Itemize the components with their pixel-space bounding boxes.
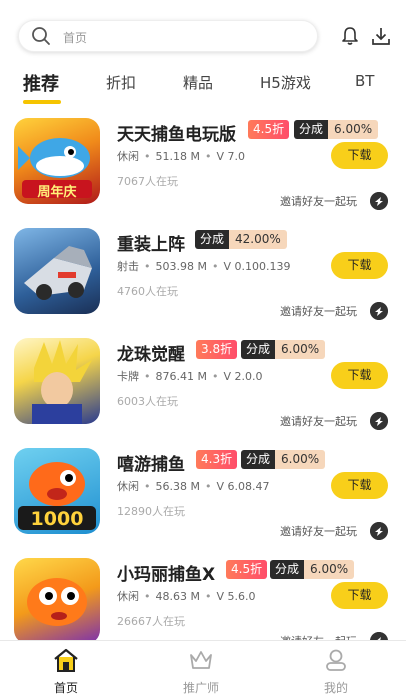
tab-discount[interactable]: 折扣 bbox=[106, 72, 136, 93]
game-version: V 6.08.47 bbox=[216, 480, 270, 493]
player-count: 12890人在玩 bbox=[117, 505, 185, 518]
share-value: 6.00% bbox=[304, 560, 355, 579]
game-version: V 0.100.139 bbox=[223, 260, 291, 273]
invite-friends-link[interactable]: 邀请好友一起玩 bbox=[280, 303, 357, 319]
game-icon[interactable]: 周年庆 bbox=[14, 118, 100, 204]
thumb-caption: 周年庆 bbox=[37, 185, 77, 200]
share-value: 6.00% bbox=[275, 340, 326, 359]
discount-badge: 4.5折 bbox=[248, 120, 290, 139]
download-button[interactable]: 下载 bbox=[331, 142, 388, 169]
game-list-item[interactable]: 重装上阵 分成 42.00% 射击 • 503.98 M • V 0.100.139 4… bbox=[0, 228, 406, 338]
game-size: 48.63 M bbox=[155, 590, 200, 603]
game-meta: 休闲 • 56.38 M • V 6.08.47 bbox=[117, 480, 270, 493]
share-badge: 分成 6.00% bbox=[241, 450, 326, 469]
nav-label: 首页 bbox=[53, 681, 78, 695]
game-version: V 5.6.0 bbox=[216, 590, 256, 603]
header: 首页 bbox=[0, 0, 406, 62]
game-size: 503.98 M bbox=[155, 260, 207, 273]
arrow-right-icon[interactable] bbox=[370, 522, 388, 540]
share-label: 分成 bbox=[241, 450, 276, 469]
download-button[interactable]: 下载 bbox=[331, 252, 388, 279]
share-value: 6.00% bbox=[328, 120, 379, 139]
player-count: 6003人在玩 bbox=[117, 395, 178, 408]
game-category: 射击 bbox=[117, 260, 139, 273]
thumb-caption: 1000 bbox=[30, 508, 84, 530]
bottom-nav: 首页 推广师 我的 bbox=[0, 640, 406, 696]
share-badge: 分成 6.00% bbox=[241, 340, 326, 359]
share-badge: 分成 6.00% bbox=[294, 120, 379, 139]
share-value: 6.00% bbox=[275, 450, 326, 469]
tab-premium[interactable]: 精品 bbox=[183, 72, 213, 93]
search-input[interactable]: 首页 bbox=[18, 20, 318, 52]
game-version: V 7.0 bbox=[216, 150, 245, 163]
discount-badge: 4.5折 bbox=[226, 560, 268, 579]
game-list-item[interactable]: 龙珠觉醒 3.8折 分成 6.00% 卡牌 • 876.41 M • V 2.0.0 6… bbox=[0, 338, 406, 448]
download-button[interactable]: 下载 bbox=[331, 582, 388, 609]
game-meta: 休闲 • 48.63 M • V 5.6.0 bbox=[117, 590, 256, 603]
invite-friends-link[interactable]: 邀请好友一起玩 bbox=[280, 193, 357, 209]
share-label: 分成 bbox=[294, 120, 329, 139]
tab-bt[interactable]: BT bbox=[355, 72, 374, 90]
game-icon[interactable]: 1000 bbox=[14, 448, 100, 534]
nav-profile[interactable]: 我的 bbox=[296, 641, 376, 696]
game-size: 876.41 M bbox=[155, 370, 207, 383]
game-list-item[interactable]: 周年庆 天天捕鱼电玩版 4.5折 分成 6.00% 休闲 • 51.18 M • V 7… bbox=[0, 118, 406, 228]
game-category: 卡牌 bbox=[117, 370, 139, 383]
player-count: 7067人在玩 bbox=[117, 175, 178, 188]
game-version: V 2.0.0 bbox=[223, 370, 263, 383]
download-icon[interactable] bbox=[371, 26, 391, 46]
share-label: 分成 bbox=[195, 230, 230, 249]
player-count: 4760人在玩 bbox=[117, 285, 178, 298]
vehicle-artwork bbox=[24, 246, 92, 300]
game-size: 51.18 M bbox=[155, 150, 200, 163]
category-tabs: 推荐 折扣 精品 H5游戏 BT bbox=[0, 66, 406, 106]
game-icon[interactable] bbox=[14, 228, 100, 314]
invite-friends-link[interactable]: 邀请好友一起玩 bbox=[280, 413, 357, 429]
download-button[interactable]: 下载 bbox=[331, 472, 388, 499]
game-category: 休闲 bbox=[117, 150, 139, 163]
search-icon bbox=[32, 27, 50, 45]
arrow-right-icon[interactable] bbox=[370, 192, 388, 210]
share-label: 分成 bbox=[241, 340, 276, 359]
game-icon[interactable] bbox=[14, 558, 100, 644]
user-icon bbox=[326, 649, 346, 671]
player-count: 26667人在玩 bbox=[117, 615, 185, 628]
nav-label: 我的 bbox=[323, 681, 348, 695]
tab-recommend[interactable]: 推荐 bbox=[23, 70, 59, 96]
download-button[interactable]: 下载 bbox=[331, 362, 388, 389]
character-artwork bbox=[32, 340, 92, 424]
tab-h5-games[interactable]: H5游戏 bbox=[260, 72, 311, 93]
game-category: 休闲 bbox=[117, 590, 139, 603]
game-meta: 休闲 • 51.18 M • V 7.0 bbox=[117, 150, 245, 163]
discount-badge: 3.8折 bbox=[196, 340, 238, 359]
share-badge: 分成 42.00% bbox=[195, 230, 287, 249]
crown-icon bbox=[190, 651, 212, 669]
game-category: 休闲 bbox=[117, 480, 139, 493]
invite-friends-link[interactable]: 邀请好友一起玩 bbox=[280, 523, 357, 539]
bell-icon[interactable] bbox=[340, 26, 360, 46]
discount-badge: 4.3折 bbox=[196, 450, 238, 469]
game-meta: 卡牌 • 876.41 M • V 2.0.0 bbox=[117, 370, 263, 383]
arrow-right-icon[interactable] bbox=[370, 412, 388, 430]
game-name: 重装上阵 bbox=[117, 235, 185, 255]
game-size: 56.38 M bbox=[155, 480, 200, 493]
arrow-right-icon[interactable] bbox=[370, 302, 388, 320]
game-name: 嘻游捕鱼 bbox=[117, 455, 185, 475]
home-icon bbox=[54, 648, 78, 672]
nav-label: 推广师 bbox=[182, 681, 219, 695]
game-meta: 射击 • 503.98 M • V 0.100.139 bbox=[117, 260, 291, 273]
share-badge: 分成 6.00% bbox=[270, 560, 355, 579]
nav-home[interactable]: 首页 bbox=[26, 641, 106, 696]
game-name: 天天捕鱼电玩版 bbox=[117, 125, 236, 145]
fish-artwork bbox=[27, 578, 87, 626]
game-name: 龙珠觉醒 bbox=[117, 345, 185, 365]
search-placeholder: 首页 bbox=[63, 31, 88, 45]
active-tab-indicator bbox=[23, 100, 61, 104]
game-icon[interactable] bbox=[14, 338, 100, 424]
game-list-item[interactable]: 1000 嘻游捕鱼 4.3折 分成 6.00% 休闲 • 56.38 M • V 6.0… bbox=[0, 448, 406, 558]
share-label: 分成 bbox=[270, 560, 305, 579]
share-value: 42.00% bbox=[229, 230, 287, 249]
nav-promoter[interactable]: 推广师 bbox=[161, 641, 241, 696]
game-name: 小玛丽捕鱼X bbox=[117, 565, 216, 585]
